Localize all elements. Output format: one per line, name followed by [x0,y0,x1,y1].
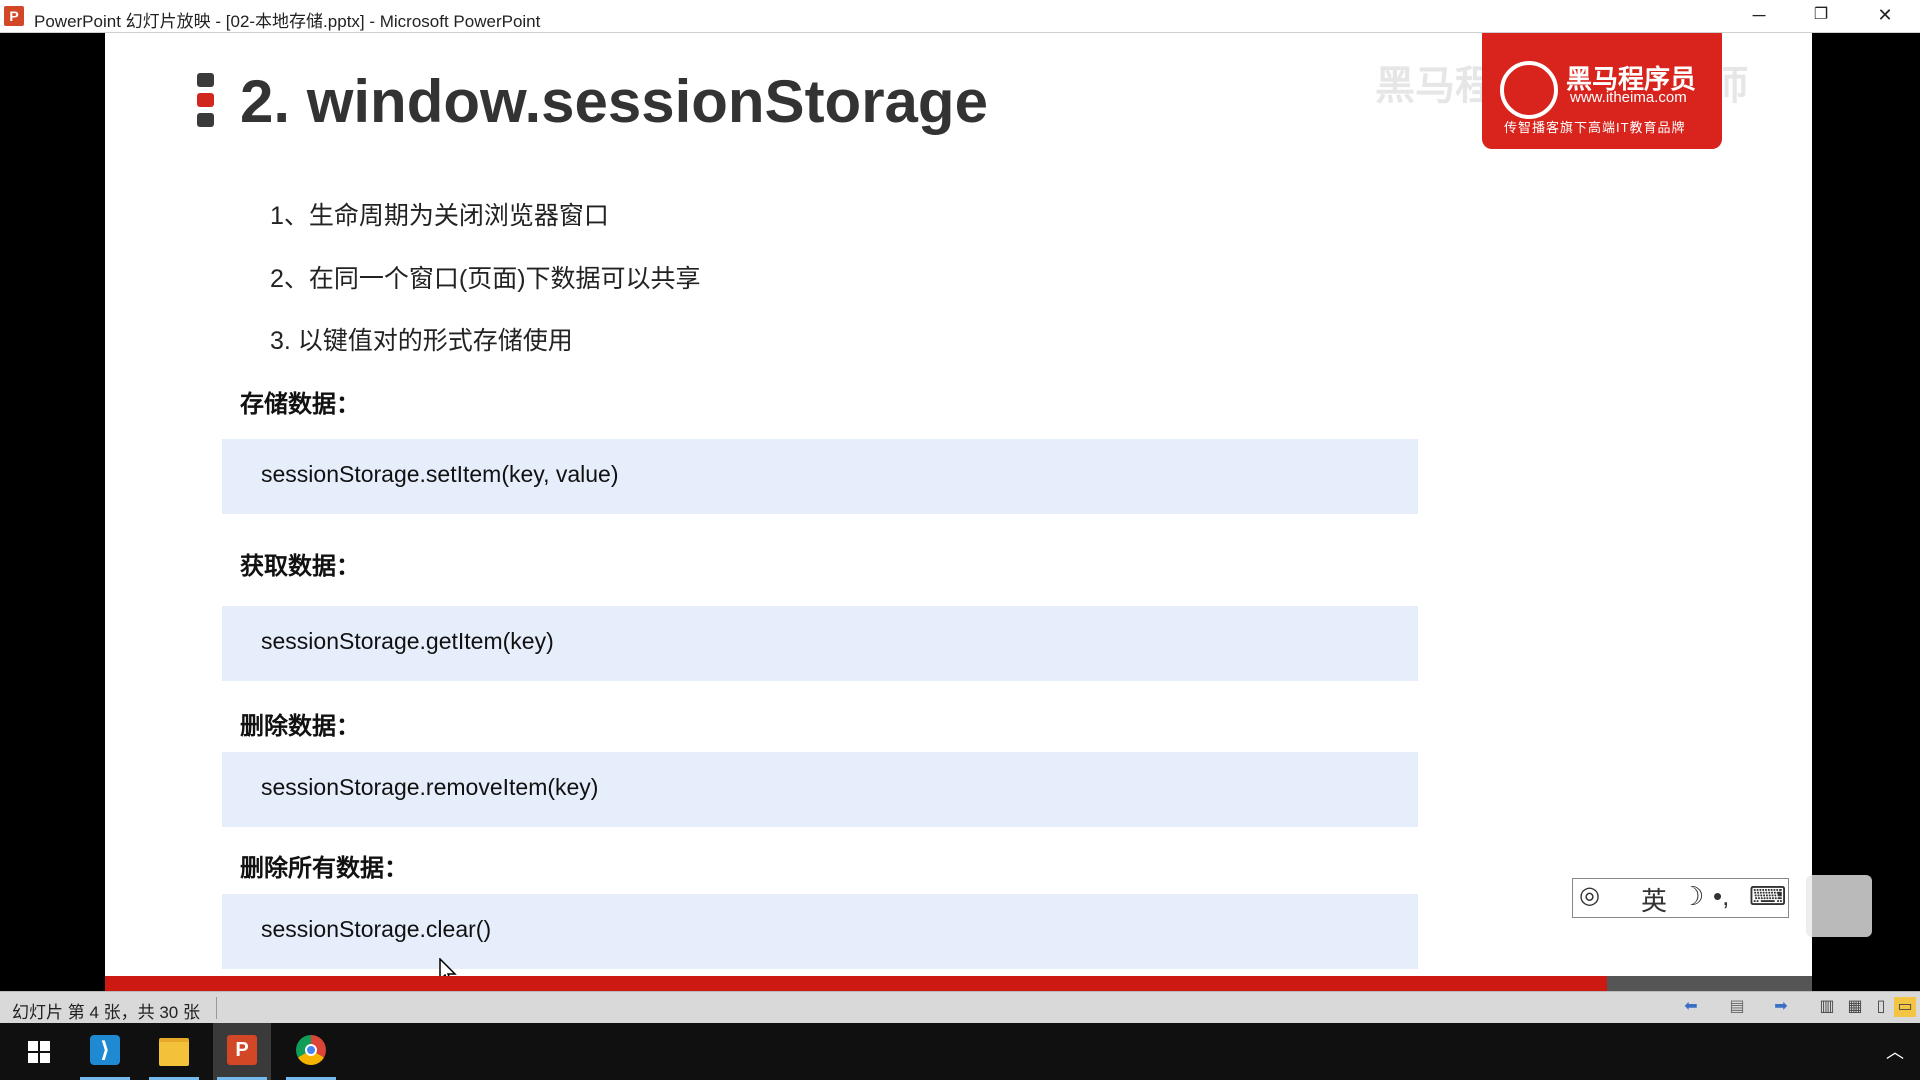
taskbar-vscode[interactable]: ⟩ [76,1023,134,1080]
windows-logo-icon [28,1041,50,1063]
point-2: 2、在同一个窗口(页面)下数据可以共享 [270,265,701,293]
ime-toolbar[interactable]: ◎ 英 ☽ •, ⌨ [1572,878,1789,918]
ime-moon-icon[interactable]: ☽ [1681,881,1704,912]
start-button[interactable] [6,1023,64,1080]
powerpoint-icon: P [227,1035,257,1065]
ime-logo-icon[interactable]: ◎ [1579,881,1600,910]
section-label-store: 存储数据： [240,391,360,418]
restore-button[interactable]: ❐ [1798,0,1844,32]
section-label-remove: 删除数据： [240,713,360,740]
taskbar-chrome[interactable] [282,1023,340,1080]
point-1: 1、生命周期为关闭浏览器窗口 [270,202,609,230]
close-button[interactable]: ✕ [1862,0,1908,32]
vscode-icon: ⟩ [90,1035,120,1065]
ime-language-toggle[interactable]: 英 [1641,881,1667,918]
code-box-getitem: sessionStorage.getItem(key) [222,606,1418,681]
left-letterbox [0,33,105,991]
logo-emblem-icon [1500,61,1558,119]
slide-counter: 幻灯片 第 4 张，共 30 张 [12,1003,200,1022]
folder-icon [159,1038,189,1066]
next-slide-icon[interactable]: ➡ [1770,997,1792,1017]
slide-progress-fill [105,976,1608,991]
slide-menu-icon[interactable]: ▤ [1726,997,1748,1017]
slide-progress-bar [105,976,1812,991]
logo-url: www.itheima.com [1570,89,1687,106]
code-getitem: sessionStorage.getItem(key) [261,628,554,654]
ime-punctuation-icon[interactable]: •, [1713,881,1729,912]
taskbar-file-explorer[interactable] [145,1023,203,1080]
title-bullet-icon [197,73,215,133]
status-bar: 幻灯片 第 4 张，共 30 张 ⬅ ▤ ➡ ▥ ▦ ▯ ▭ [0,991,1920,1024]
title-bar: P PowerPoint 幻灯片放映 - [02-本地存储.pptx] - Mi… [0,0,1920,33]
right-letterbox [1812,33,1920,991]
section-label-clear: 删除所有数据： [240,855,408,882]
slide-canvas[interactable]: 2. window.sessionStorage 1、生命周期为关闭浏览器窗口 … [105,33,1812,991]
status-divider [216,997,217,1019]
section-label-get: 获取数据： [240,553,360,580]
ime-settings-icon[interactable] [1806,875,1872,937]
tray-chevron-up-icon[interactable]: ︿ [1886,1038,1904,1064]
itheima-logo: 黑马程序员 www.itheima.com 传智播客旗下高端IT教育品牌 [1482,33,1722,149]
code-setitem: sessionStorage.setItem(key, value) [261,461,619,487]
taskbar: ⟩ P [0,1023,1920,1080]
code-box-setitem: sessionStorage.setItem(key, value) [222,439,1418,514]
logo-slogan: 传智播客旗下高端IT教育品牌 [1504,120,1686,135]
minimize-button[interactable]: ─ [1736,0,1782,32]
normal-view-icon[interactable]: ▥ [1816,997,1838,1017]
point-3: 3. 以键值对的形式存储使用 [270,327,573,355]
previous-slide-icon[interactable]: ⬅ [1680,997,1702,1017]
powerpoint-app-icon[interactable]: P [4,6,24,26]
code-box-clear: sessionStorage.clear() [222,894,1418,969]
ime-keyboard-icon[interactable]: ⌨ [1749,881,1787,912]
code-clear: sessionStorage.clear() [261,916,492,942]
reading-view-icon[interactable]: ▯ [1870,997,1892,1017]
taskbar-powerpoint[interactable]: P [213,1023,271,1080]
slide-sorter-icon[interactable]: ▦ [1844,997,1866,1017]
slideshow-view-icon[interactable]: ▭ [1894,997,1916,1017]
slide-title: 2. window.sessionStorage [240,68,988,135]
window-title: PowerPoint 幻灯片放映 - [02-本地存储.pptx] - Micr… [34,12,541,31]
chrome-icon [296,1035,326,1065]
code-removeitem: sessionStorage.removeItem(key) [261,774,599,800]
code-box-removeitem: sessionStorage.removeItem(key) [222,752,1418,827]
